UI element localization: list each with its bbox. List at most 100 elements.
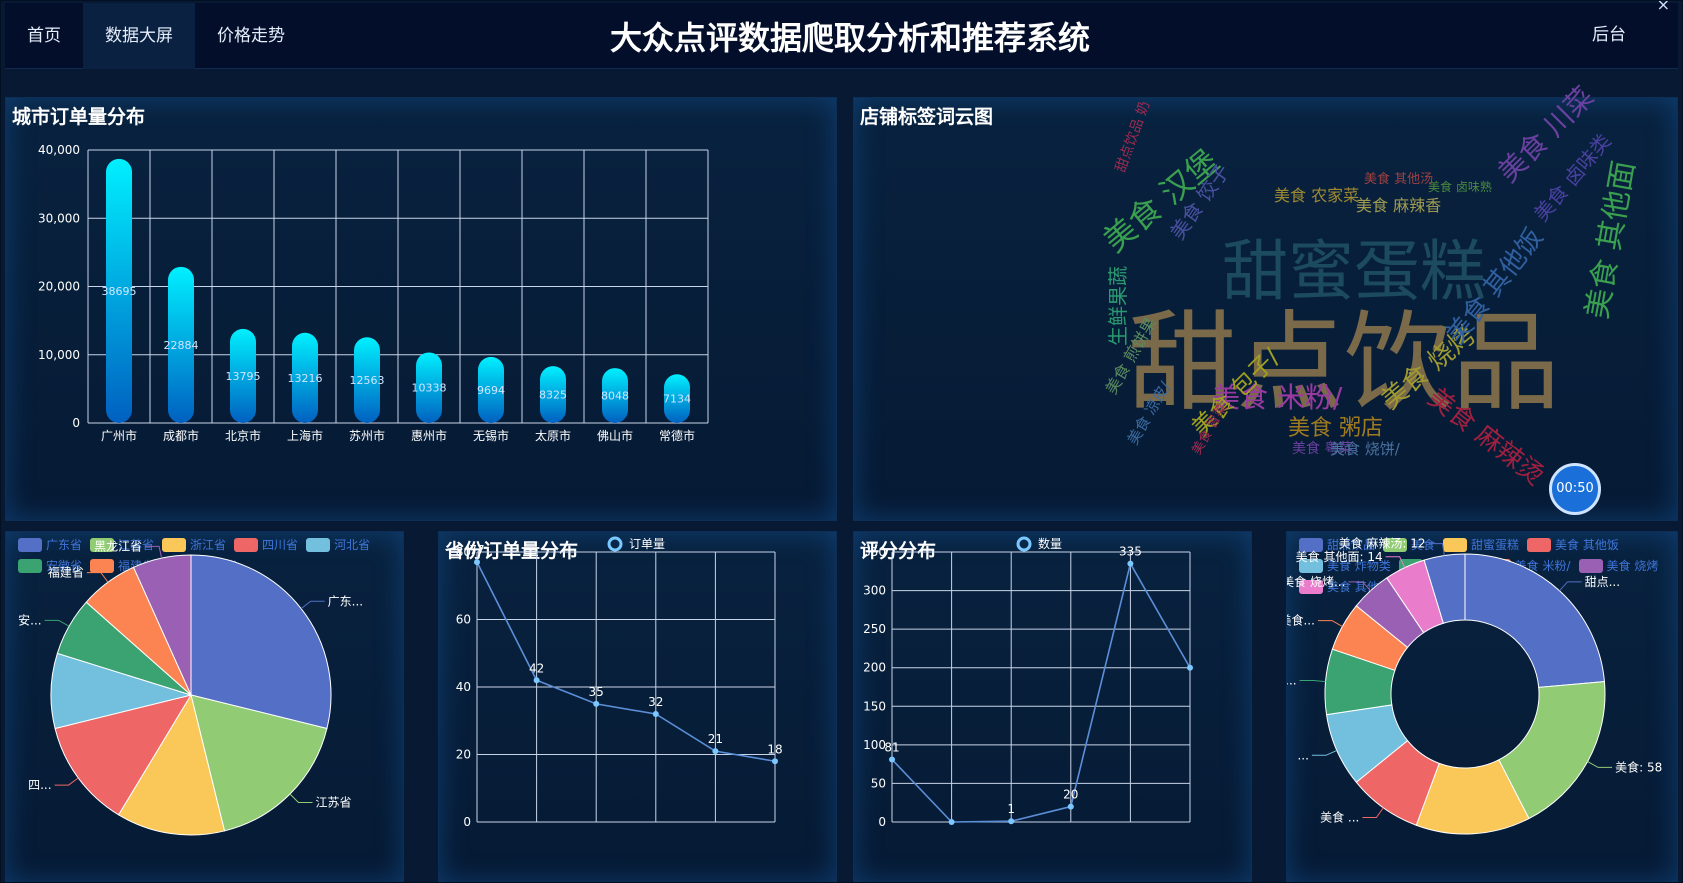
panel-score: 评分分布 0 50 100 150 200 250 300 350 81 1 20 335 数量 <box>853 531 1252 882</box>
pie-label: ... <box>1287 674 1297 688</box>
point-label: 335 <box>1119 545 1142 559</box>
x-tick-label: 惠州市 <box>411 428 447 443</box>
pie-label-line <box>1348 581 1371 592</box>
data-point <box>1187 664 1193 671</box>
pie-label: 福建省 <box>48 565 84 580</box>
bar-label: 8048 <box>601 390 629 403</box>
x-tick-label: 成都市 <box>163 428 199 443</box>
y-tick-label: 0 <box>72 416 80 430</box>
point-label: 20 <box>1063 788 1078 802</box>
y-tick-label: 250 <box>863 622 886 636</box>
wordcloud-word: 美食 其他汤 <box>1364 172 1434 187</box>
y-tick-label: 60 <box>456 613 471 627</box>
y-tick-label: 30,000 <box>38 211 80 225</box>
x-tick-label: 佛山市 <box>597 428 633 443</box>
bar-label: 9694 <box>477 384 505 397</box>
wordcloud-word: 甜点饮品 奶 <box>1112 99 1154 175</box>
top-header: 首页 数据大屏 价格走势 大众点评数据爬取分析和推荐系统 后台 × <box>5 1 1678 69</box>
point-label: 21 <box>708 732 723 746</box>
pie-chart: 广东... 江苏省 四... 安... 福建省黑龙江省 <box>18 539 363 836</box>
x-tick-label: 广州市 <box>101 428 137 443</box>
wordcloud-word: 美食 麻辣香 <box>1356 196 1442 215</box>
pie-label-line <box>1362 807 1384 818</box>
line-chart: 020406080774235322118订单量 <box>456 536 783 829</box>
y-tick-label: 300 <box>863 584 886 598</box>
panel-province-pie: 广东省江苏省浙江省四川省河北省安徽省福建省黑龙江省 广东...江苏省四...安.… <box>5 531 404 882</box>
wordcloud-word: 美食 农家菜 <box>1274 186 1360 205</box>
point-label: 32 <box>648 695 663 709</box>
bar-label: 13216 <box>288 372 323 385</box>
close-icon[interactable]: × <box>1657 1 1670 14</box>
pie-label: 江苏省 <box>315 795 351 809</box>
data-point <box>593 700 600 707</box>
point-label: 18 <box>767 742 782 756</box>
pie-label: ... <box>1297 748 1308 762</box>
y-tick-label: 200 <box>863 661 886 675</box>
nav-price-trend[interactable]: 价格走势 <box>195 3 307 69</box>
y-tick-label: 50 <box>871 776 886 790</box>
pie-label-line <box>1587 761 1613 768</box>
nav-home[interactable]: 首页 <box>5 3 83 69</box>
legend-label: 数量 <box>1038 536 1062 551</box>
pie-label: 美食: 58 <box>1615 759 1662 774</box>
pie-label-line <box>1428 543 1445 556</box>
pie-label-line <box>1299 680 1326 683</box>
wordcloud-word: 美食 烧饼/ <box>1330 440 1400 458</box>
pie-label: 四... <box>28 778 51 792</box>
data-point <box>712 748 719 755</box>
data-point <box>889 756 895 763</box>
pie-label-line <box>54 777 79 786</box>
y-tick-label: 10,000 <box>38 348 80 362</box>
pie-label-line <box>289 793 313 803</box>
pie-label-line <box>145 545 163 559</box>
timer-badge[interactable]: 00:50 <box>1549 463 1601 515</box>
y-tick-label: 350 <box>863 545 886 559</box>
y-tick-label: 20 <box>456 748 471 762</box>
pie-label: 美食 ... <box>1320 809 1359 824</box>
pie-label: 美食 麻辣汤: 12 <box>1339 536 1426 551</box>
panel-wordcloud: 店铺标签词云图 甜点饮品 甜蜜蛋糕 美食 汉堡 美食 其他面 美食 米粉/美食 烧烤 美食… <box>853 80 1678 521</box>
page-title: 大众点评数据爬取分析和推荐系统 <box>609 19 1090 57</box>
series-line <box>476 561 776 763</box>
x-tick-label: 上海市 <box>287 428 323 443</box>
x-tick-label: 无锡市 <box>473 428 509 443</box>
pie-label: 美食 其他面: 14 <box>1296 549 1383 564</box>
point-label: 81 <box>884 741 899 755</box>
data-point <box>772 758 778 765</box>
pie-label-line <box>86 572 109 583</box>
pie-label-line <box>1317 620 1343 627</box>
pie-label: 美食 烧烤... <box>1287 574 1345 589</box>
pie-label-line <box>1559 581 1582 592</box>
point-label: 35 <box>589 685 604 699</box>
data-point <box>533 677 540 684</box>
legend-marker <box>1016 536 1032 552</box>
bar-label: 7134 <box>663 393 691 406</box>
pie-label-line <box>300 600 325 610</box>
bar-chart: 0 10,000 20,000 30,000 40,000 38695 广州市 22884 成都… <box>38 143 709 443</box>
line-chart: 0 50 100 150 200 250 300 350 81 1 20 335 数量 <box>863 536 1193 829</box>
y-tick-label: 0 <box>878 815 886 829</box>
legend-marker <box>607 536 623 552</box>
data-point <box>948 819 955 825</box>
pie-label: 安... <box>18 612 41 627</box>
nav-dashboard[interactable]: 数据大屏 <box>83 3 195 69</box>
legend-label: 订单量 <box>629 537 665 551</box>
pie-label: 广东... <box>328 594 363 608</box>
point-label: 77 <box>469 543 484 557</box>
pie-slice <box>1464 553 1605 688</box>
bar-label: 8325 <box>539 389 567 402</box>
panel-title: 店铺标签词云图 <box>860 106 994 128</box>
nav-admin[interactable]: 后台 <box>1592 3 1626 67</box>
pie-label-line <box>1385 556 1406 568</box>
pie-label: 美食... <box>1287 613 1315 628</box>
nav-bar: 首页 数据大屏 价格走势 <box>5 3 307 69</box>
x-tick-label: 北京市 <box>225 428 261 443</box>
data-point <box>1127 560 1134 567</box>
bar-label: 22884 <box>164 339 199 352</box>
y-tick-label: 40,000 <box>38 143 80 157</box>
pie-label: 甜点... <box>1585 575 1620 589</box>
panel-city-orders: 城市订单量分布 0 10,000 20,000 30,000 40,000 38695 广州… <box>5 97 837 521</box>
wordcloud-word: 甜蜜蛋糕 <box>1222 233 1486 310</box>
point-label: 1 <box>1007 802 1015 816</box>
data-point <box>1008 818 1015 825</box>
